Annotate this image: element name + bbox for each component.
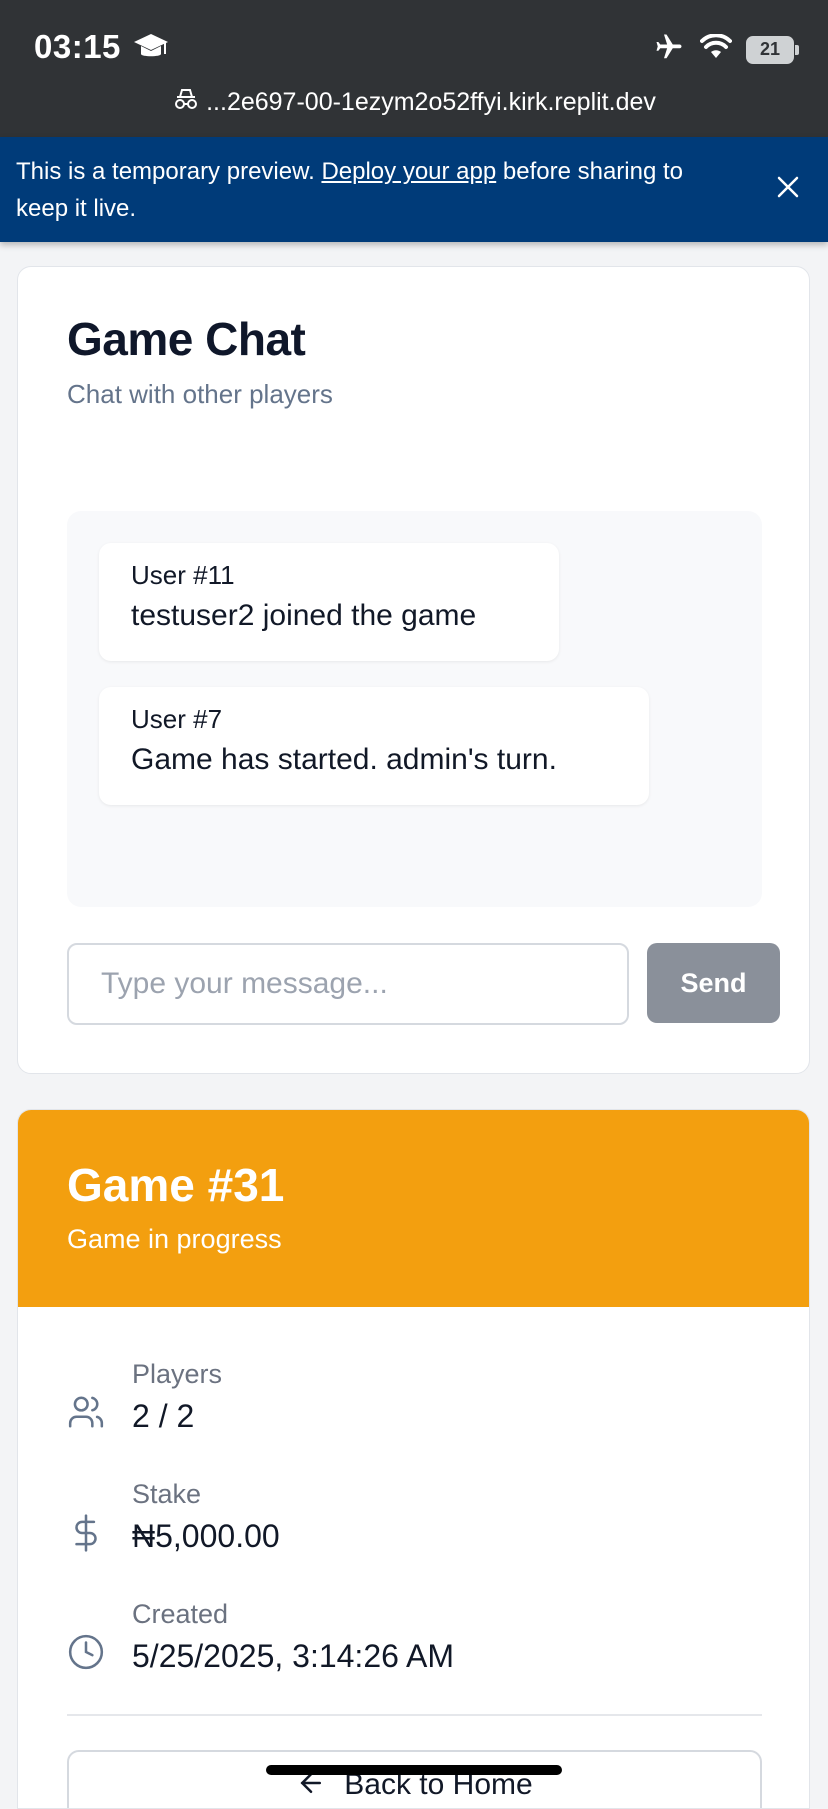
clock-icon	[67, 1633, 104, 1673]
battery-icon: 21	[746, 35, 799, 64]
chat-subtitle: Chat with other players	[67, 379, 333, 409]
deploy-link[interactable]: Deploy your app	[321, 158, 496, 185]
message-input[interactable]	[67, 943, 629, 1025]
game-title: Game #31	[67, 1159, 285, 1211]
players-value: 2 / 2	[132, 1398, 195, 1434]
message-user: User #11	[131, 560, 235, 590]
home-indicator[interactable]	[266, 1765, 562, 1775]
banner-message: This is a temporary preview. Deploy your…	[16, 153, 736, 227]
chat-title: Game Chat	[67, 313, 306, 365]
preview-banner: This is a temporary preview. Deploy your…	[0, 137, 828, 242]
close-icon[interactable]	[776, 175, 800, 204]
incognito-icon	[172, 88, 200, 117]
stake-value: ₦5,000.00	[132, 1518, 280, 1554]
message-list[interactable]: User #11 testuser2 joined the game User …	[67, 511, 762, 907]
game-status: Game in progress	[67, 1224, 282, 1254]
created-value: 5/25/2025, 3:14:26 AM	[132, 1638, 455, 1674]
back-to-home-button[interactable]: Back to Home	[67, 1750, 762, 1808]
stake-label: Stake	[132, 1479, 202, 1509]
status-icons: 21	[652, 32, 799, 67]
chat-card: Game Chat Chat with other players User #…	[17, 266, 810, 1074]
send-button[interactable]: Send	[647, 943, 780, 1023]
url-bar[interactable]: ...2e697-00-1ezym2o52ffyi.kirk.replit.de…	[0, 88, 828, 117]
stake-row: Stake ₦5,000.00	[67, 1477, 280, 1557]
players-row: Players 2 / 2	[67, 1357, 222, 1437]
game-card: Game #31 Game in progress Players 2 / 2 …	[17, 1109, 810, 1809]
banner-text-before: This is a temporary preview.	[16, 158, 322, 185]
message-text: Game has started. admin's turn.	[131, 743, 557, 776]
wifi-icon	[700, 33, 732, 65]
airplane-icon	[652, 32, 686, 67]
status-time: 03:15	[34, 28, 121, 65]
message-text: testuser2 joined the game	[131, 599, 477, 632]
divider	[67, 1714, 762, 1716]
message-item: User #11 testuser2 joined the game	[99, 543, 559, 661]
status-bar: 03:15 21 ...2e697-00-1ezym2o52ffyi.kirk.…	[0, 0, 828, 137]
dollar-icon	[67, 1513, 103, 1553]
url-text: ...2e697-00-1ezym2o52ffyi.kirk.replit.de…	[206, 88, 656, 116]
message-user: User #7	[131, 704, 223, 734]
created-label: Created	[132, 1599, 229, 1629]
users-icon	[67, 1393, 104, 1433]
graduation-cap-icon	[133, 32, 169, 67]
message-item: User #7 Game has started. admin's turn.	[99, 687, 649, 805]
created-row: Created 5/25/2025, 3:14:26 AM	[67, 1597, 454, 1677]
players-label: Players	[132, 1359, 223, 1389]
game-header: Game #31 Game in progress	[18, 1110, 809, 1307]
